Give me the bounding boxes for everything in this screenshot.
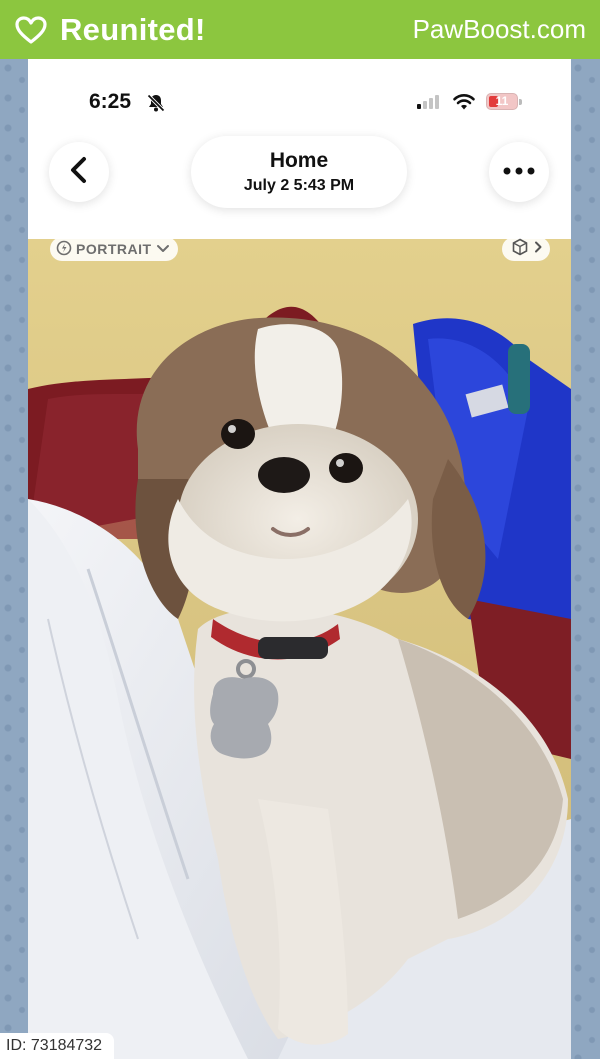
signal-icon xyxy=(417,95,439,109)
pet-photo xyxy=(28,239,571,1059)
battery-level: 11 xyxy=(495,94,509,108)
banner-title: Reunited! xyxy=(60,11,206,47)
listing-id: ID: 73184732 xyxy=(0,1033,115,1059)
reunited-banner: Reunited! PawBoost.com xyxy=(0,0,600,59)
chevron-right-icon xyxy=(534,240,542,258)
brand-link[interactable]: PawBoost.com xyxy=(413,14,586,45)
status-bar: 6:25 11 xyxy=(28,59,571,129)
status-time: 6:25 xyxy=(89,90,132,113)
portrait-icon xyxy=(56,240,72,259)
phone-screenshot: 6:25 11 Home July 2 5:43 PM PORTRAIT xyxy=(28,59,571,1059)
wifi-icon xyxy=(452,93,476,116)
back-button[interactable] xyxy=(49,142,109,202)
visual-lookup-icon xyxy=(511,238,529,261)
album-title: Home xyxy=(269,149,329,172)
portrait-label: PORTRAIT xyxy=(76,241,152,257)
bell-off-icon xyxy=(146,93,166,118)
battery-tip xyxy=(519,99,522,105)
visual-lookup-button[interactable] xyxy=(502,237,550,261)
photo-date: July 2 5:43 PM xyxy=(243,177,355,194)
portrait-mode-badge[interactable]: PORTRAIT xyxy=(50,237,178,261)
more-button[interactable] xyxy=(489,142,549,202)
title-pill: Home July 2 5:43 PM xyxy=(191,136,407,208)
more-horizontal-icon xyxy=(501,163,537,181)
chevron-down-icon xyxy=(156,241,170,257)
banner-left: Reunited! xyxy=(14,12,206,48)
heart-icon xyxy=(14,15,48,45)
chevron-left-icon xyxy=(67,155,91,190)
battery-icon: 11 xyxy=(486,93,518,110)
